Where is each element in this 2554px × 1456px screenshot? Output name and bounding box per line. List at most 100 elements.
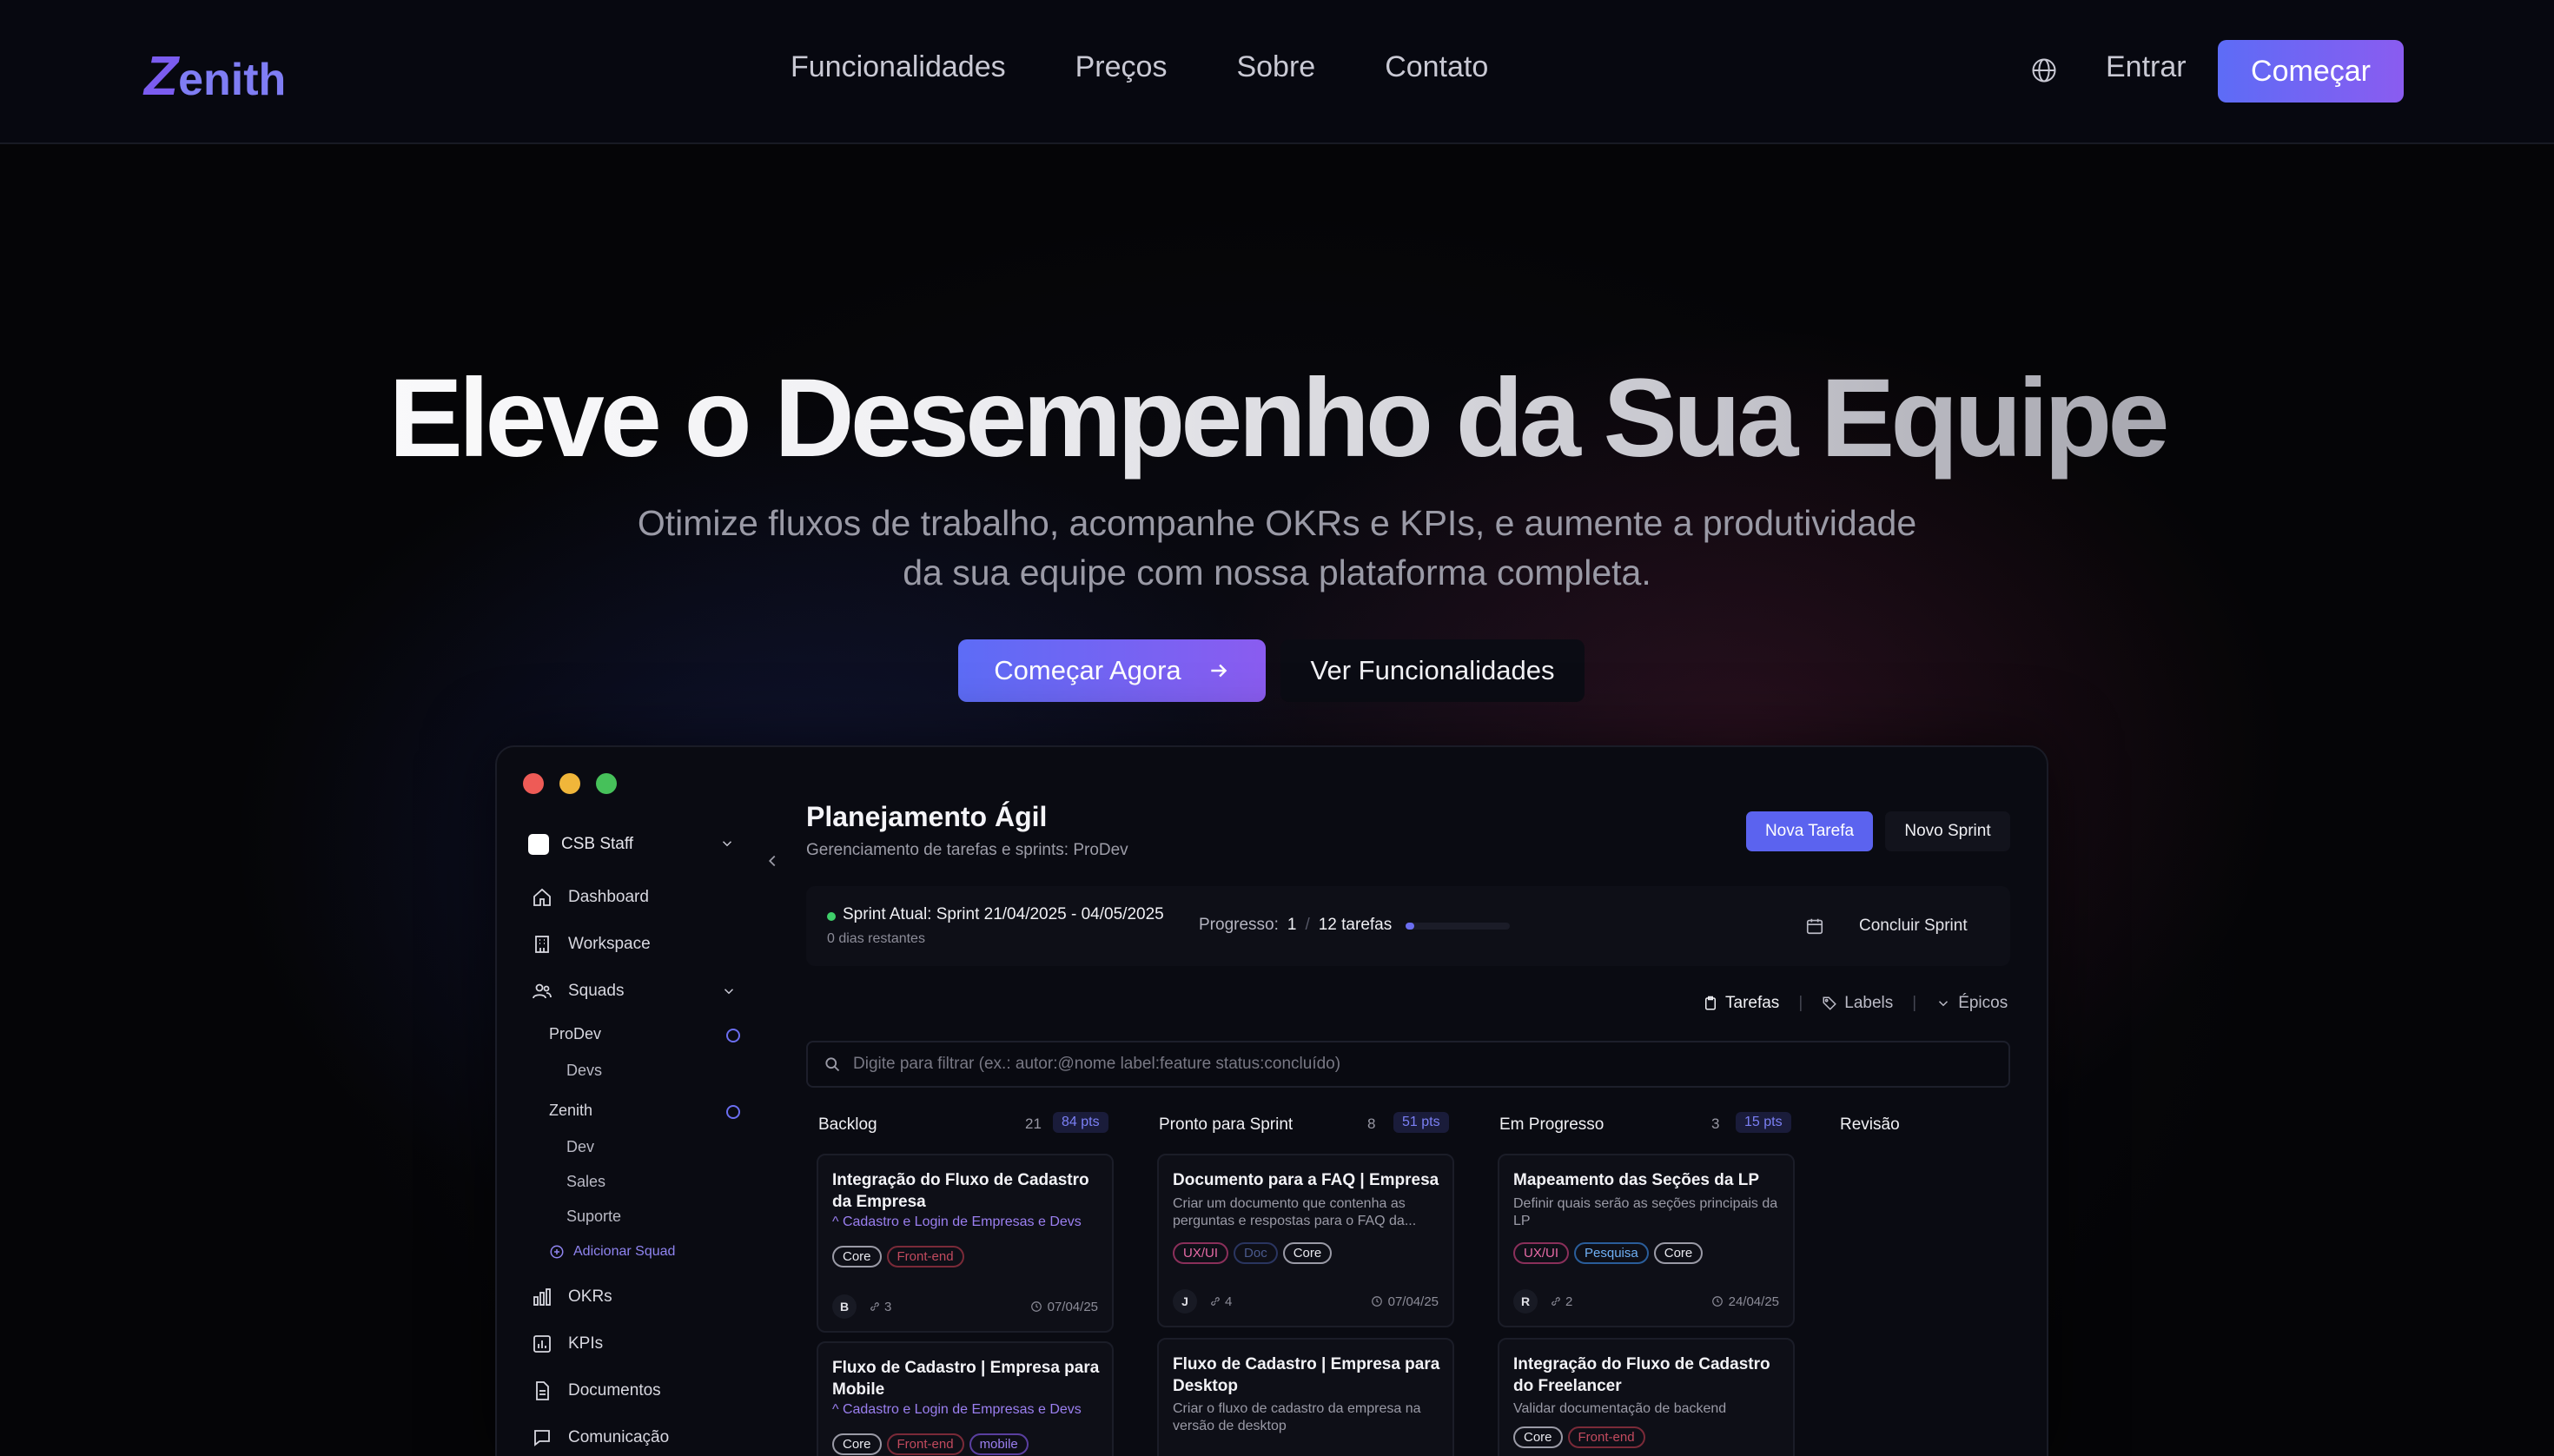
nav-link-contato[interactable]: Contato — [1385, 50, 1488, 84]
chevron-down-icon — [724, 989, 734, 995]
squad-child-sales[interactable]: Sales — [566, 1173, 605, 1191]
org-selector[interactable]: CSB Staff — [528, 825, 745, 864]
app-preview-window: CSB Staff Dashboard Workspace Squads Pro… — [495, 745, 2048, 1456]
tag-front-end: Front-end — [886, 1433, 964, 1455]
card-epic[interactable]: ^ Cadastro e Login de Empresas e Devs — [832, 1214, 1082, 1230]
task-card[interactable]: Integração do Fluxo de Cadastro da Empre… — [817, 1154, 1114, 1333]
link-count: 4 — [1225, 1294, 1233, 1309]
logo[interactable]: Z enith — [144, 43, 286, 108]
sidebar-label: Squads — [568, 982, 625, 1000]
logo-text: enith — [178, 55, 287, 105]
filter-tarefas[interactable]: Tarefas — [1703, 994, 1779, 1013]
window-controls — [523, 773, 617, 794]
tag-core: Core — [832, 1246, 882, 1267]
column-title: Pronto para Sprint — [1159, 1115, 1294, 1134]
bar-chart-icon — [533, 1288, 551, 1306]
link-count: 3 — [884, 1299, 892, 1314]
maximize-dot[interactable] — [596, 773, 617, 794]
sidebar-item-okrs[interactable]: OKRs — [532, 1282, 612, 1312]
home-icon — [533, 888, 551, 906]
card-description: Criar um documento que contenha as pergu… — [1173, 1196, 1417, 1228]
squad-prodev[interactable]: ProDev — [549, 1025, 601, 1043]
chevron-down-icon — [722, 841, 732, 847]
task-card[interactable]: Mapeamento das Seções da LP Definir quai… — [1498, 1154, 1795, 1327]
nav-link-precos[interactable]: Preços — [1075, 50, 1168, 84]
page-title: Planejamento Ágil — [806, 801, 1048, 832]
add-squad-button[interactable]: Adicionar Squad — [549, 1244, 675, 1260]
sidebar-item-squads[interactable]: Squads — [532, 976, 737, 1006]
card-links: 2 — [1550, 1294, 1572, 1309]
close-dot[interactable] — [523, 773, 544, 794]
squad-child-dev[interactable]: Dev — [566, 1138, 594, 1156]
start-button[interactable]: Começar — [2218, 40, 2404, 103]
card-footer: J 4 07/04/25 — [1173, 1289, 1439, 1314]
card-tags: Core Front-end — [1513, 1426, 1645, 1448]
new-sprint-button[interactable]: Novo Sprint — [1885, 811, 2010, 851]
avatar: J — [1173, 1289, 1197, 1314]
squad-zenith[interactable]: Zenith — [549, 1102, 592, 1120]
tag-icon — [1823, 996, 1837, 1010]
page-subtitle: Gerenciamento de tarefas e sprints: ProD… — [806, 841, 1128, 859]
column-count: 21 — [1025, 1115, 1042, 1132]
card-title: Mapeamento das Seções da LP — [1513, 1171, 1759, 1189]
nav-link-funcionalidades[interactable]: Funcionalidades — [791, 50, 1006, 84]
progress-total: 12 tarefas — [1318, 916, 1393, 934]
view-features-button[interactable]: Ver Funcionalidades — [1280, 639, 1585, 702]
avatar: R — [1513, 1289, 1538, 1314]
clipboard-icon — [1705, 996, 1716, 1010]
org-logo — [528, 834, 549, 855]
card-date: 07/04/25 — [1371, 1294, 1439, 1309]
link-icon — [870, 1302, 879, 1311]
tag-ux-ui: UX/UI — [1173, 1242, 1229, 1264]
card-description: Criar o fluxo de cadastro da empresa na … — [1173, 1401, 1421, 1433]
minimize-dot[interactable] — [559, 773, 580, 794]
users-icon — [533, 983, 552, 999]
sprint-days-left: 0 dias restantes — [827, 931, 925, 946]
nav-link-sobre[interactable]: Sobre — [1236, 50, 1315, 84]
card-links: 3 — [869, 1300, 891, 1314]
squad-status-dot — [726, 1105, 740, 1119]
squad-child-devs[interactable]: Devs — [566, 1062, 602, 1080]
new-task-button[interactable]: Nova Tarefa — [1746, 811, 1873, 851]
filter-epicos[interactable]: Épicos — [1935, 994, 2008, 1013]
login-link[interactable]: Entrar — [2106, 50, 2187, 84]
squad-child-suporte[interactable]: Suporte — [566, 1208, 621, 1226]
card-tags: UX/UI Pesquisa Core — [1513, 1242, 1704, 1264]
column-count: 8 — [1367, 1115, 1376, 1132]
sidebar-item-workspace[interactable]: Workspace — [532, 930, 651, 959]
filter-labels[interactable]: Labels — [1822, 994, 1893, 1013]
card-epic[interactable]: ^ Cadastro e Login de Empresas e Devs — [832, 1402, 1082, 1418]
finish-sprint-button[interactable]: Concluir Sprint — [1805, 907, 1996, 945]
task-card[interactable]: Fluxo de Cadastro | Empresa para Mobile … — [817, 1341, 1114, 1456]
task-card[interactable]: Documento para a FAQ | Empresa Criar um … — [1157, 1154, 1454, 1327]
calendar-icon — [1806, 918, 1823, 935]
sidebar-item-dashboard[interactable]: Dashboard — [532, 883, 649, 912]
filter-search-input[interactable]: Digite para filtrar (ex.: autor:@nome la… — [806, 1041, 2010, 1088]
start-now-button[interactable]: Começar Agora — [958, 639, 1266, 702]
column-ready-for-sprint: Pronto para Sprint 8 51 pts Documento pa… — [1147, 1105, 1468, 1456]
chevron-left-icon[interactable] — [763, 851, 782, 870]
task-card[interactable]: Fluxo de Cadastro | Empresa para Desktop… — [1157, 1338, 1454, 1456]
finish-sprint-label: Concluir Sprint — [1859, 917, 1968, 935]
hero-subtitle: Otimize fluxos de trabalho, acompanhe OK… — [637, 503, 1917, 592]
column-title: Em Progresso — [1499, 1115, 1605, 1134]
sidebar-item-comunicacao[interactable]: Comunicação — [532, 1423, 669, 1453]
card-tags: Core Front-end — [832, 1246, 964, 1267]
filter-label: Labels — [1844, 994, 1894, 1012]
tag-doc: Doc — [1234, 1242, 1278, 1264]
sidebar-item-kpis[interactable]: KPIs — [532, 1329, 603, 1359]
card-title: Integração do Fluxo de Cadastro do Freel… — [1513, 1355, 1770, 1395]
progress-slash: / — [1305, 916, 1310, 934]
tag-pesquisa: Pesquisa — [1574, 1242, 1649, 1264]
card-footer: B 3 07/04/25 — [832, 1294, 1098, 1319]
date-label: 07/04/25 — [1387, 1294, 1439, 1309]
sidebar-item-documentos[interactable]: Documentos — [532, 1376, 661, 1406]
avatar: B — [832, 1294, 857, 1319]
column-backlog: Backlog 21 84 pts Integração do Fluxo de… — [806, 1105, 1128, 1456]
globe-icon[interactable] — [2031, 57, 2057, 83]
column-points: 84 pts — [1053, 1112, 1108, 1133]
filter-label: Tarefas — [1725, 994, 1780, 1012]
task-card[interactable]: Integração do Fluxo de Cadastro do Freel… — [1498, 1338, 1795, 1456]
progress-done: 1 — [1287, 916, 1297, 934]
tag-core: Core — [1513, 1426, 1563, 1448]
